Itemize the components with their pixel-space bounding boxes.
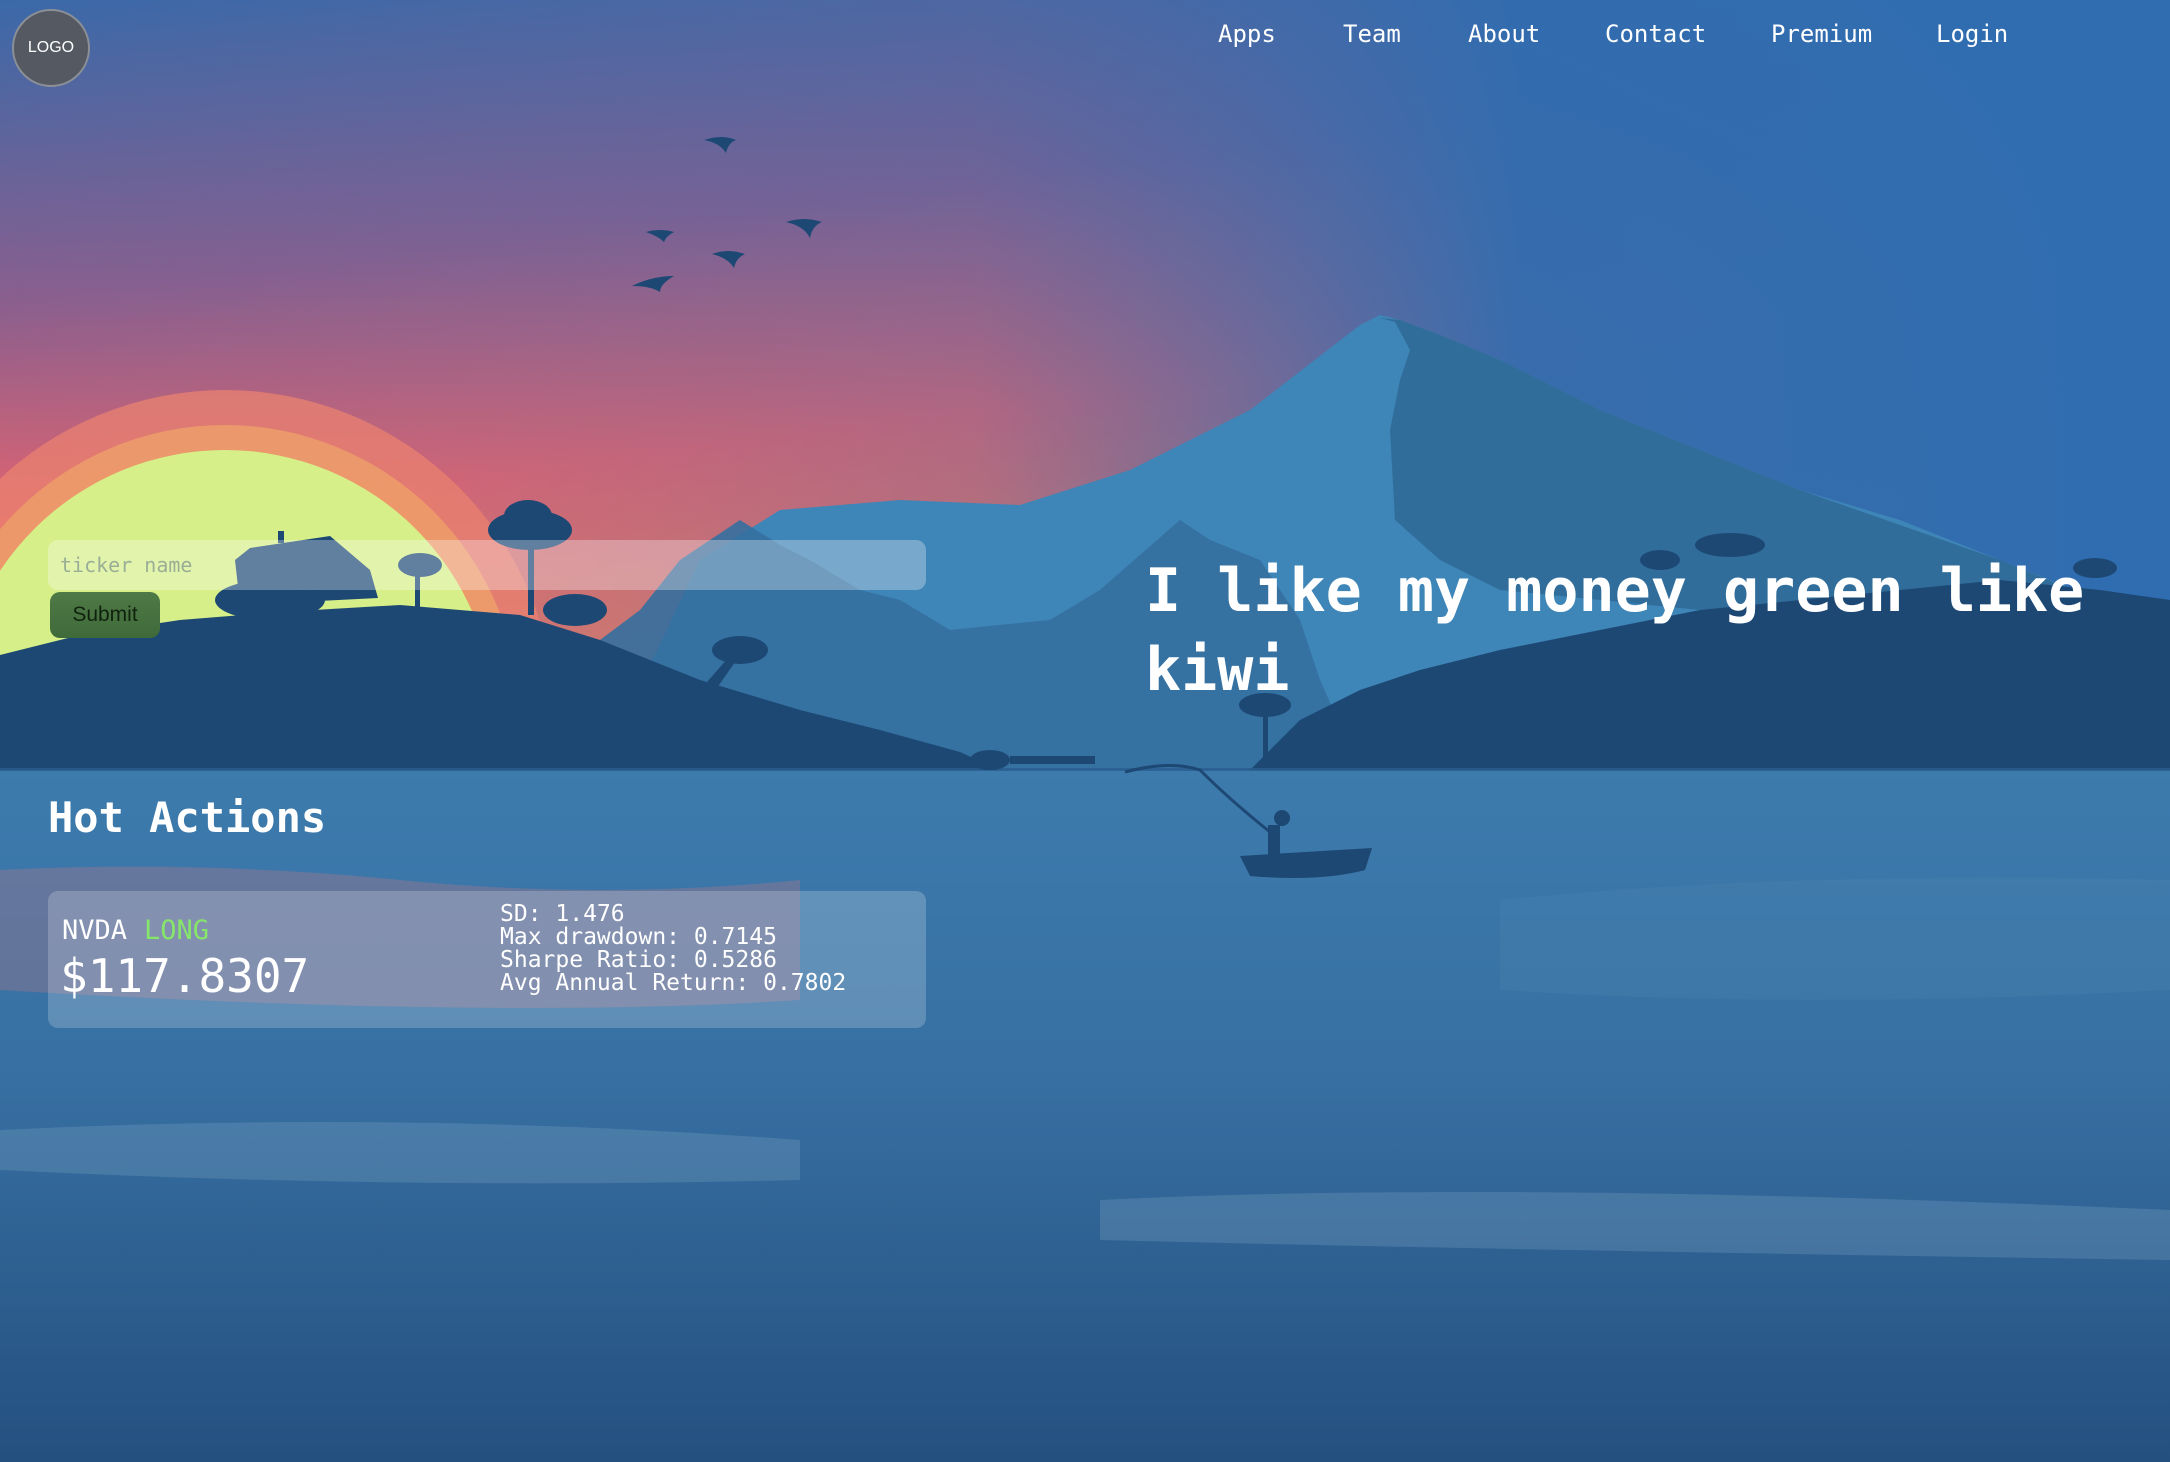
nav-link-premium[interactable]: Premium — [1771, 14, 1872, 54]
ticker-price: $117.8307 — [60, 949, 310, 1003]
hot-action-card[interactable]: NVDA LONG $117.8307 SD: 1.476 Max drawdo… — [48, 891, 926, 1028]
position-direction-badge: LONG — [144, 915, 210, 946]
nav-link-apps[interactable]: Apps — [1218, 14, 1276, 54]
submit-button[interactable]: Submit — [50, 592, 160, 638]
logo-badge[interactable]: LOGO — [12, 9, 90, 87]
nav-link-contact[interactable]: Contact — [1605, 14, 1706, 54]
ticker-stats: SD: 1.476 Max drawdown: 0.7145 Sharpe Ra… — [500, 903, 846, 995]
stat-sd: SD: 1.476 — [500, 901, 625, 927]
ticker-name-input[interactable] — [48, 540, 926, 590]
stat-max-drawdown: Max drawdown: 0.7145 — [500, 924, 777, 950]
hot-actions-title: Hot Actions — [48, 793, 327, 842]
nav-link-about[interactable]: About — [1468, 14, 1540, 54]
nav-link-team[interactable]: Team — [1343, 14, 1401, 54]
stat-sharpe-ratio: Sharpe Ratio: 0.5286 — [500, 947, 777, 973]
logo-label: LOGO — [27, 39, 75, 56]
stat-avg-annual-return: Avg Annual Return: 0.7802 — [500, 970, 847, 996]
sunset-landscape-background — [0, 0, 2170, 1462]
ticker-symbol: NVDA — [62, 915, 128, 946]
hero-headline: I like my money green like kiwi — [1145, 556, 2085, 705]
nav-link-login[interactable]: Login — [1936, 14, 2008, 54]
